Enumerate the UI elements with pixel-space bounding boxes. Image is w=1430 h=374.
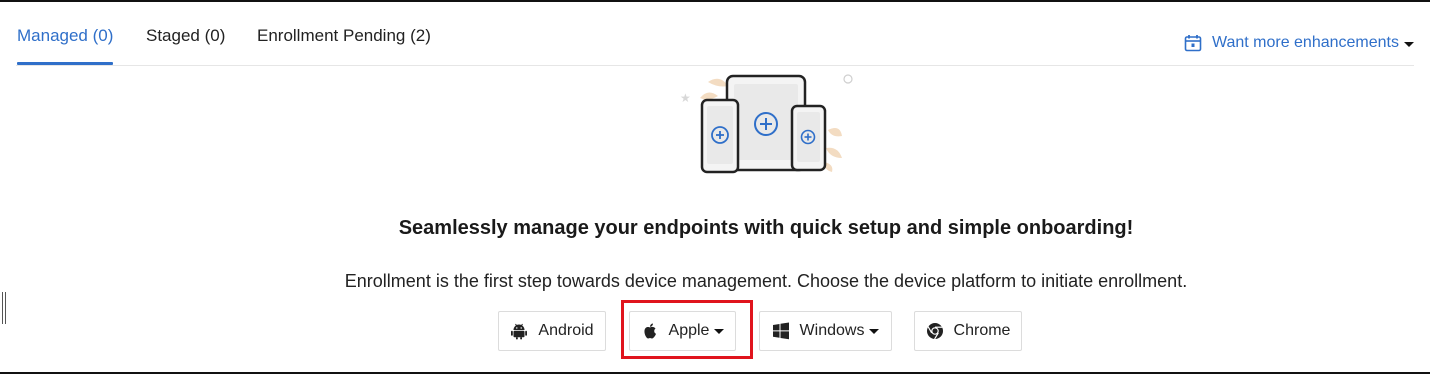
want-more-enhancements-link[interactable]: Want more enhancements	[1184, 34, 1414, 52]
chrome-icon	[926, 322, 944, 340]
chrome-button-label: Chrome	[953, 322, 1011, 339]
apple-button-label: Apple	[668, 322, 710, 339]
windows-icon	[772, 322, 790, 340]
empty-state-description: Enrollment is the first step towards dev…	[344, 271, 1188, 291]
tab-staged[interactable]: Staged (0)	[146, 26, 225, 46]
device-enrollment-page: Managed (0) Staged (0) Enrollment Pendin…	[0, 0, 1430, 374]
resize-handle[interactable]	[2, 292, 6, 324]
empty-state-headline: Seamlessly manage your endpoints with qu…	[398, 217, 1134, 239]
android-button-label: Android	[538, 322, 594, 339]
calendar-icon	[1184, 34, 1202, 52]
android-icon	[510, 322, 528, 340]
apple-button[interactable]: Apple	[629, 311, 736, 351]
tabs-bar: Managed (0) Staged (0) Enrollment Pendin…	[0, 2, 1430, 66]
tab-managed[interactable]: Managed (0)	[17, 26, 113, 46]
windows-button-label: Windows	[799, 322, 865, 339]
svg-text:★: ★	[680, 91, 691, 105]
chevron-down-icon	[869, 328, 880, 334]
tabs-divider	[16, 65, 1414, 66]
tab-enrollment-pending[interactable]: Enrollment Pending (2)	[257, 26, 431, 46]
chevron-down-icon	[1404, 41, 1414, 47]
chrome-button[interactable]: Chrome	[914, 311, 1022, 351]
windows-button[interactable]: Windows	[759, 311, 892, 351]
want-more-enhancements-label: Want more enhancements	[1211, 34, 1399, 51]
android-button[interactable]: Android	[498, 311, 606, 351]
chevron-down-icon	[714, 328, 725, 334]
apple-icon	[641, 322, 659, 340]
devices-add-illustration: ★	[678, 70, 858, 180]
